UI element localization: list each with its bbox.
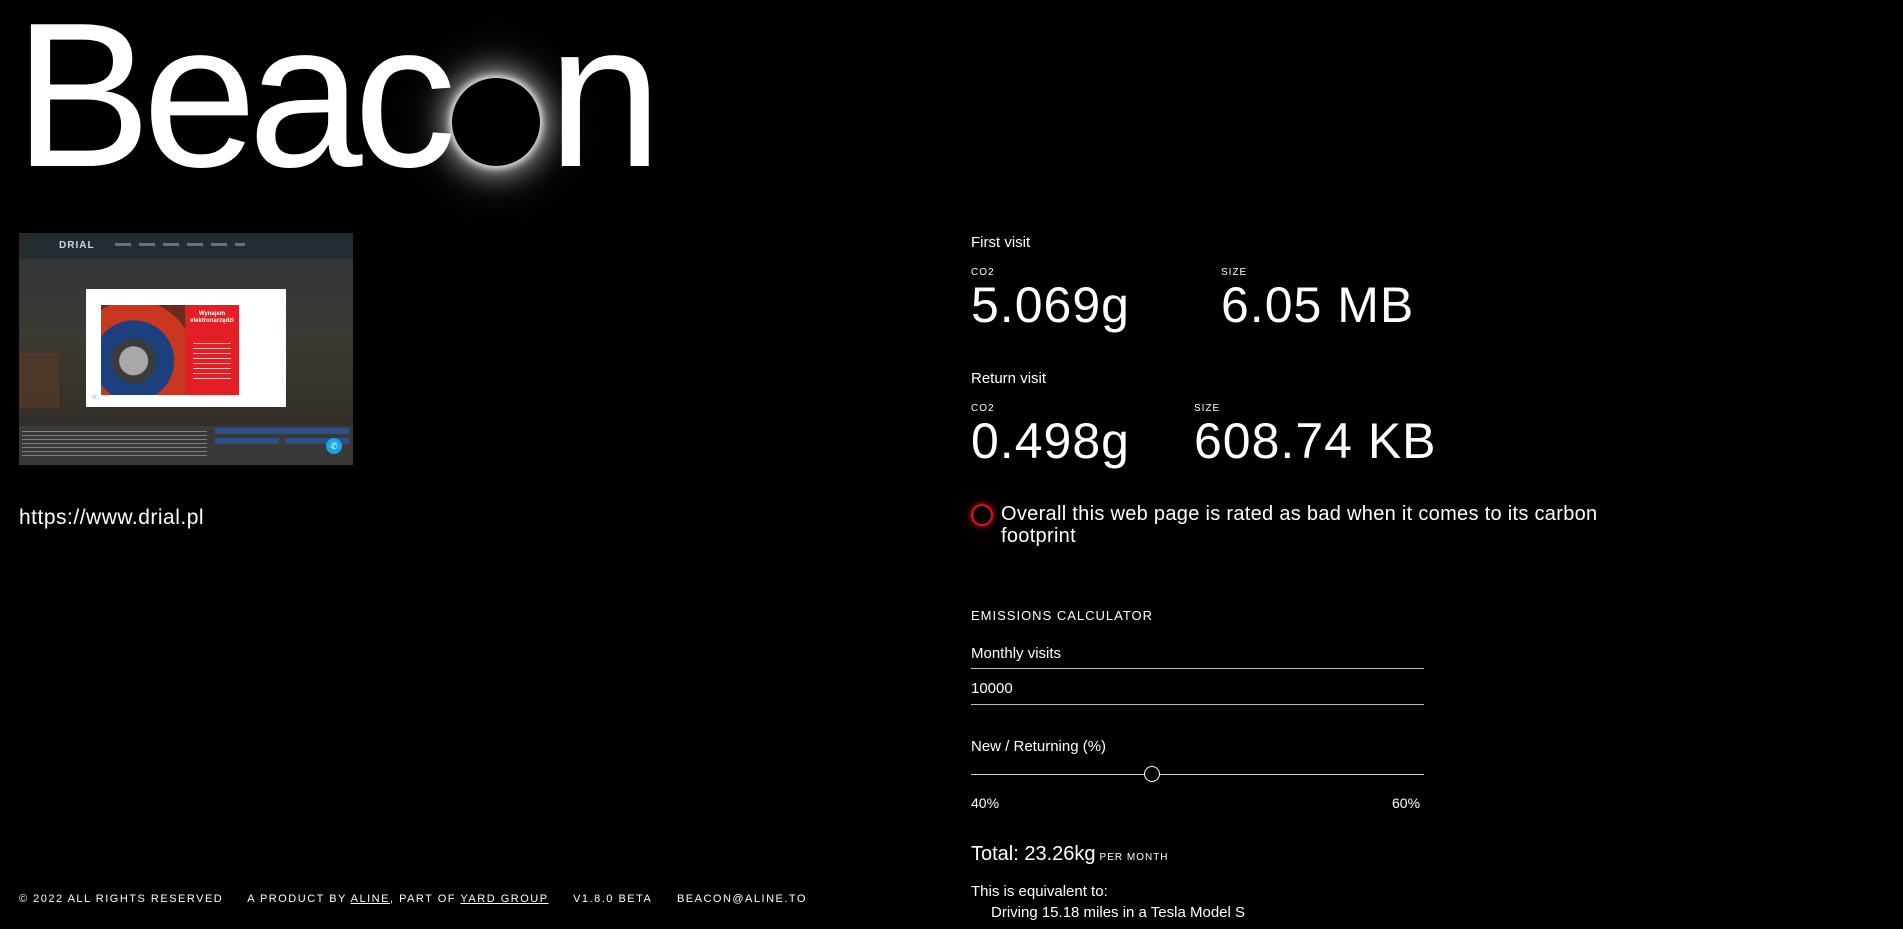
footer-product-prefix: A PRODUCT BY <box>247 893 351 905</box>
total-unit: PER MONTH <box>1099 852 1169 863</box>
footer-version: V1.8.0 BETA <box>573 893 653 905</box>
phone-icon: ✆ <box>326 438 342 454</box>
site-screenshot-thumbnail: DRIAL Wynajem elektronarzędzi ✕ ✆ <box>19 233 353 465</box>
total-value: Total: 23.26kg <box>971 843 1096 865</box>
returning-percent: 60% <box>1392 795 1421 811</box>
thumbnail-popup-heading: Wynajem elektronarzędzi <box>190 311 234 325</box>
footer: © 2022 ALL RIGHTS RESERVED A PRODUCT BY … <box>19 893 827 905</box>
footer-email[interactable]: BEACON@ALINE.TO <box>677 893 807 905</box>
monthly-total: Total: 23.26kg PER MONTH <box>971 843 1169 866</box>
return-visit-co2-value: 0.498g <box>971 413 1130 469</box>
monthly-visits-input[interactable] <box>971 677 1421 699</box>
thumbnail-popup-image <box>101 305 187 395</box>
return-visit-size-value: 608.74 KB <box>1194 413 1437 469</box>
calculator-title: EMISSIONS CALCULATOR <box>971 608 1154 623</box>
footer-copyright: © 2022 ALL RIGHTS RESERVED <box>19 893 224 905</box>
footer-product: A PRODUCT BY ALINE, PART OF YARD GROUP <box>247 893 548 905</box>
slider-handle[interactable] <box>1144 766 1161 782</box>
first-visit-co2-value: 5.069g <box>971 277 1130 333</box>
divider <box>971 704 1424 705</box>
thumbnail-cookie-bar <box>19 426 353 465</box>
return-visit-label: Return visit <box>971 370 1047 387</box>
thumbnail-cookie-button <box>215 428 349 434</box>
thumbnail-cookie-button <box>215 438 279 444</box>
aline-link[interactable]: ALINE <box>351 893 390 905</box>
thumbnail-popup-text <box>193 343 231 383</box>
logo-text-end: n <box>547 0 663 210</box>
analyzed-url[interactable]: https://www.drial.pl <box>19 506 204 530</box>
first-visit-label: First visit <box>971 234 1031 251</box>
footer-part-of: , PART OF <box>389 893 461 905</box>
divider <box>971 668 1424 669</box>
new-returning-slider[interactable] <box>971 774 1424 775</box>
equivalent-label: This is equivalent to: <box>971 883 1108 900</box>
eclipse-o-icon <box>451 78 540 166</box>
rating-text: Overall this web page is rated as bad wh… <box>1001 503 1598 547</box>
new-returning-label: New / Returning (%) <box>971 738 1107 755</box>
close-icon: ✕ <box>91 393 98 402</box>
thumbnail-nav-links <box>115 243 245 246</box>
rating-indicator-icon <box>971 504 993 526</box>
logo-text-start: Beac <box>14 0 457 210</box>
thumbnail-popup-banner: Wynajem elektronarzędzi <box>185 305 239 395</box>
beacon-logo[interactable]: Beac n <box>14 0 662 198</box>
yard-group-link[interactable]: YARD GROUP <box>460 893 548 905</box>
thumbnail-cookie-text <box>22 431 207 459</box>
first-visit-size-value: 6.05 MB <box>1221 277 1415 333</box>
equivalent-item: Driving 15.18 miles in a Tesla Model S <box>991 904 1246 921</box>
monthly-visits-label: Monthly visits <box>971 645 1062 662</box>
new-percent: 40% <box>971 795 1000 811</box>
thumbnail-brand: DRIAL <box>59 240 95 251</box>
